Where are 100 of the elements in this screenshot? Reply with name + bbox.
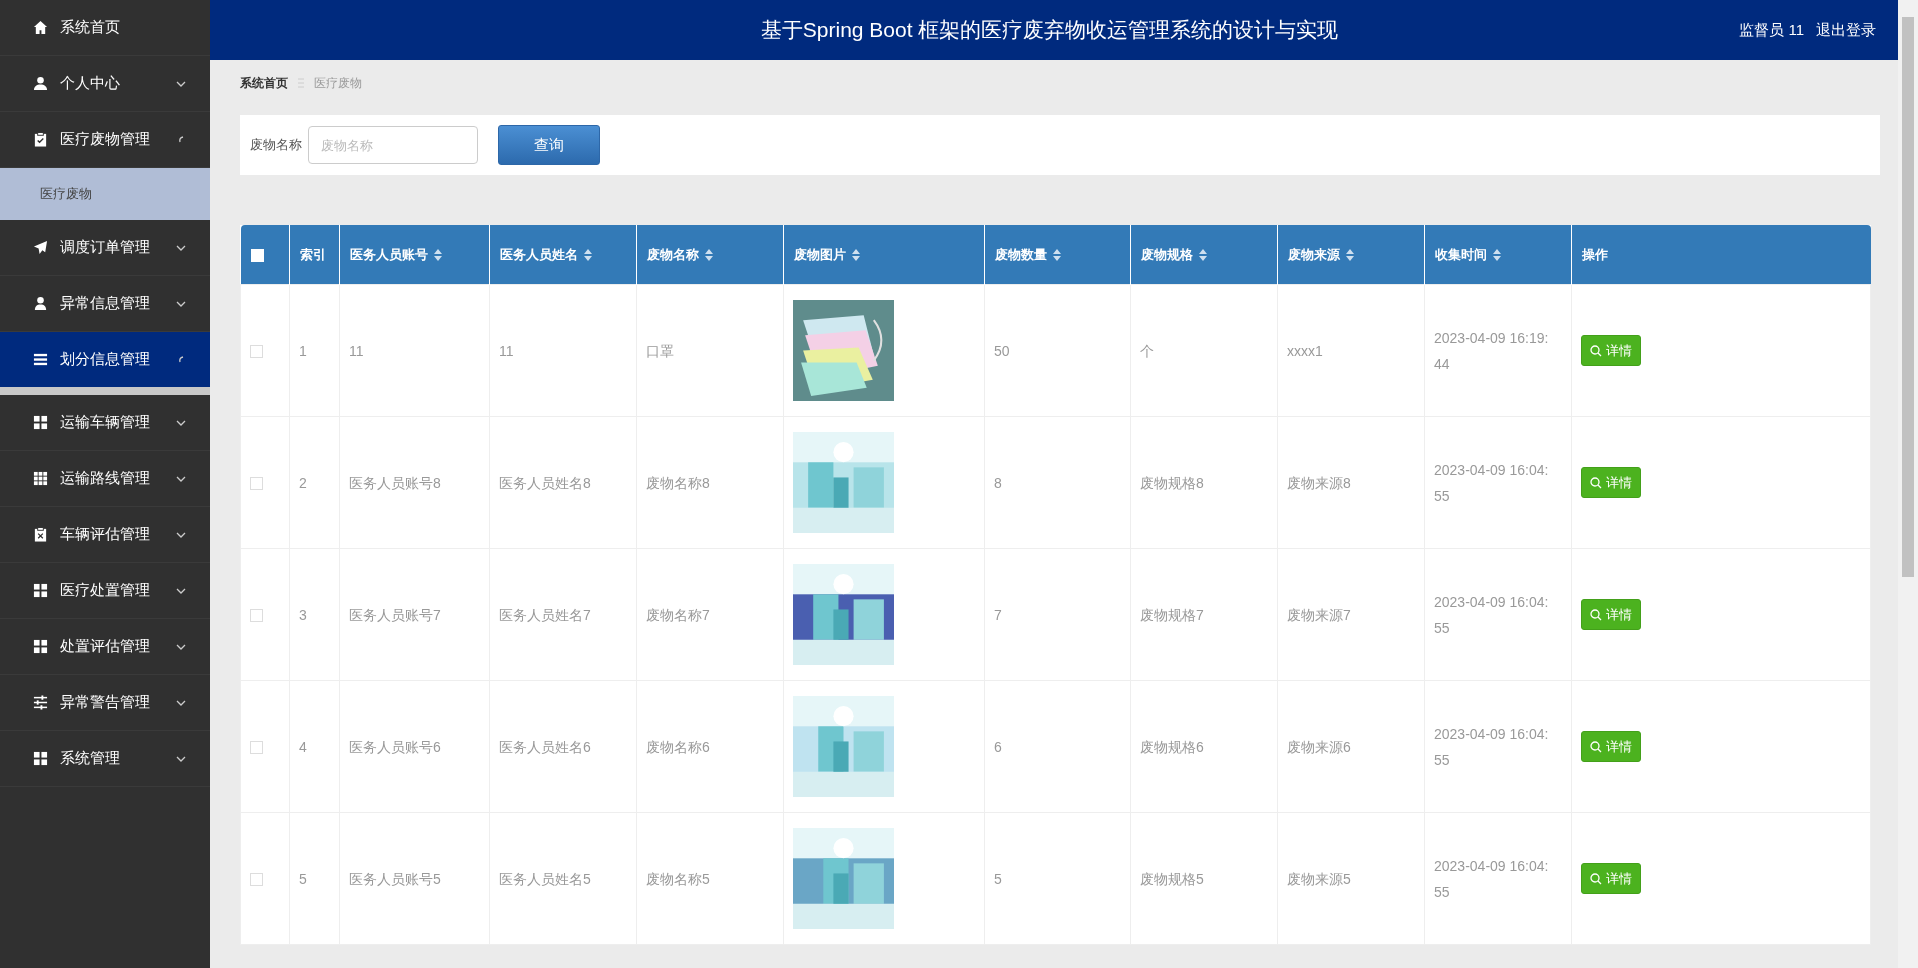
search-icon (1590, 872, 1602, 885)
details-button[interactable]: 详情 (1581, 467, 1641, 498)
table-cell: 2023-04-09 16:04:55 (1424, 416, 1572, 549)
table-cell: 5 (984, 812, 1131, 945)
table-cell: 废物规格7 (1130, 548, 1278, 681)
row-checkbox[interactable] (250, 873, 263, 887)
select-all-checkbox[interactable] (250, 249, 264, 263)
grid-icon (33, 583, 48, 598)
logout-link[interactable]: 退出登录 (1816, 20, 1876, 40)
table-cell: 2 (289, 416, 340, 549)
table-cell: 口罩 (636, 284, 784, 417)
column-header[interactable]: 医务人员账号 (339, 225, 490, 285)
user-icon (33, 76, 48, 91)
column-header[interactable]: 收集时间 (1424, 225, 1572, 285)
table-cell: 医务人员姓名7 (489, 548, 637, 681)
table-cell: 废物名称7 (636, 548, 784, 681)
table-cell: 废物来源7 (1277, 548, 1425, 681)
sliders-icon (33, 695, 48, 710)
table-cell: 2023-04-09 16:04:55 (1424, 812, 1572, 945)
table-cell: 废物来源5 (1277, 812, 1425, 945)
user-name: 监督员 11 (1739, 20, 1804, 40)
breadcrumb-item[interactable]: 系统首页 (240, 74, 288, 92)
table-cell: 1 (289, 284, 340, 417)
column-header[interactable]: 废物规格 (1130, 225, 1278, 285)
table-cell: 50 (984, 284, 1131, 417)
table-cell: 2023-04-09 16:04:55 (1424, 680, 1572, 813)
table-cell: 医务人员姓名6 (489, 680, 637, 813)
column-header[interactable]: 医务人员姓名 (489, 225, 637, 285)
column-header[interactable]: 废物来源 (1277, 225, 1425, 285)
scrollbar-thumb[interactable] (1902, 17, 1914, 577)
table-cell: 个 (1130, 284, 1278, 417)
row-checkbox[interactable] (250, 345, 263, 359)
table-cell: 废物来源8 (1277, 416, 1425, 549)
search-icon (1590, 740, 1602, 753)
sort-icon (1053, 249, 1061, 262)
caret-icon (176, 134, 186, 145)
row-checkbox[interactable] (250, 609, 263, 623)
search-icon (1590, 344, 1602, 357)
sort-icon (1346, 249, 1354, 262)
scrollbar[interactable] (1898, 0, 1918, 968)
grid-icon (33, 639, 48, 654)
table-cell: xxxx1 (1277, 284, 1425, 417)
row-checkbox[interactable] (250, 477, 263, 491)
sort-icon (852, 249, 860, 262)
submenu-item[interactable]: 医疗废物 (0, 168, 210, 220)
grid-icon (33, 415, 48, 430)
table-cell: 2023-04-09 16:04:55 (1424, 548, 1572, 681)
column-header[interactable]: 索引 (289, 225, 340, 285)
table-cell: 医务人员姓名5 (489, 812, 637, 945)
table-cell: 医务人员姓名8 (489, 416, 637, 549)
table-cell: 医务人员账号8 (339, 416, 490, 549)
table-cell: 6 (984, 680, 1131, 813)
table-cell: 医务人员账号5 (339, 812, 490, 945)
table-cell: 废物名称8 (636, 416, 784, 549)
home-icon (33, 20, 48, 35)
sort-icon (434, 249, 442, 262)
details-button[interactable]: 详情 (1581, 335, 1641, 366)
table-cell: 废物规格5 (1130, 812, 1278, 945)
list-icon (33, 352, 48, 367)
table-cell: 5 (289, 812, 340, 945)
search-icon (1590, 476, 1602, 489)
row-checkbox[interactable] (250, 741, 263, 755)
table-cell: 废物名称6 (636, 680, 784, 813)
caret-icon (176, 354, 186, 365)
user-icon (33, 296, 48, 311)
details-button[interactable]: 详情 (1581, 599, 1641, 630)
table-cell: 废物名称5 (636, 812, 784, 945)
search-label: 废物名称 (250, 136, 302, 154)
search-field[interactable]: 废物名称 (308, 126, 478, 164)
table-cell: 废物规格8 (1130, 416, 1278, 549)
table-cell: 11 (489, 284, 637, 417)
column-header[interactable]: 废物图片 (783, 225, 985, 285)
grid-icon (33, 751, 48, 766)
table-cell: 3 (289, 548, 340, 681)
column-header[interactable]: 操作 (1571, 225, 1871, 285)
details-button[interactable]: 详情 (1581, 731, 1641, 762)
breadcrumb-item[interactable]: 医疗废物 (314, 74, 362, 92)
search-button[interactable]: 查询 (498, 125, 600, 165)
table-cell: 8 (984, 416, 1131, 549)
table-cell: 废物规格6 (1130, 680, 1278, 813)
sort-icon (1493, 249, 1501, 262)
table-cell: 废物来源6 (1277, 680, 1425, 813)
page-title: 基于Spring Boot 框架的医疗废弃物收运管理系统的设计与实现 (759, 17, 1340, 43)
sidebar-item[interactable]: 划分信息管理 (0, 332, 210, 395)
column-header[interactable]: 废物名称 (636, 225, 784, 285)
table-cell: 7 (984, 548, 1131, 681)
search-icon (1590, 608, 1602, 621)
grid-icon (33, 471, 48, 486)
table-cell: 4 (289, 680, 340, 813)
column-header[interactable]: 废物数量 (984, 225, 1131, 285)
sort-icon (584, 249, 592, 262)
sort-icon (1199, 249, 1207, 262)
details-button[interactable]: 详情 (1581, 863, 1641, 894)
table-cell: 医务人员账号7 (339, 548, 490, 681)
table-cell: 11 (339, 284, 490, 417)
clipboard-check-icon (33, 132, 48, 147)
table-cell: 医务人员账号6 (339, 680, 490, 813)
sort-icon (705, 249, 713, 262)
clipboard-x-icon (33, 527, 48, 542)
paper-plane-icon (33, 240, 48, 255)
